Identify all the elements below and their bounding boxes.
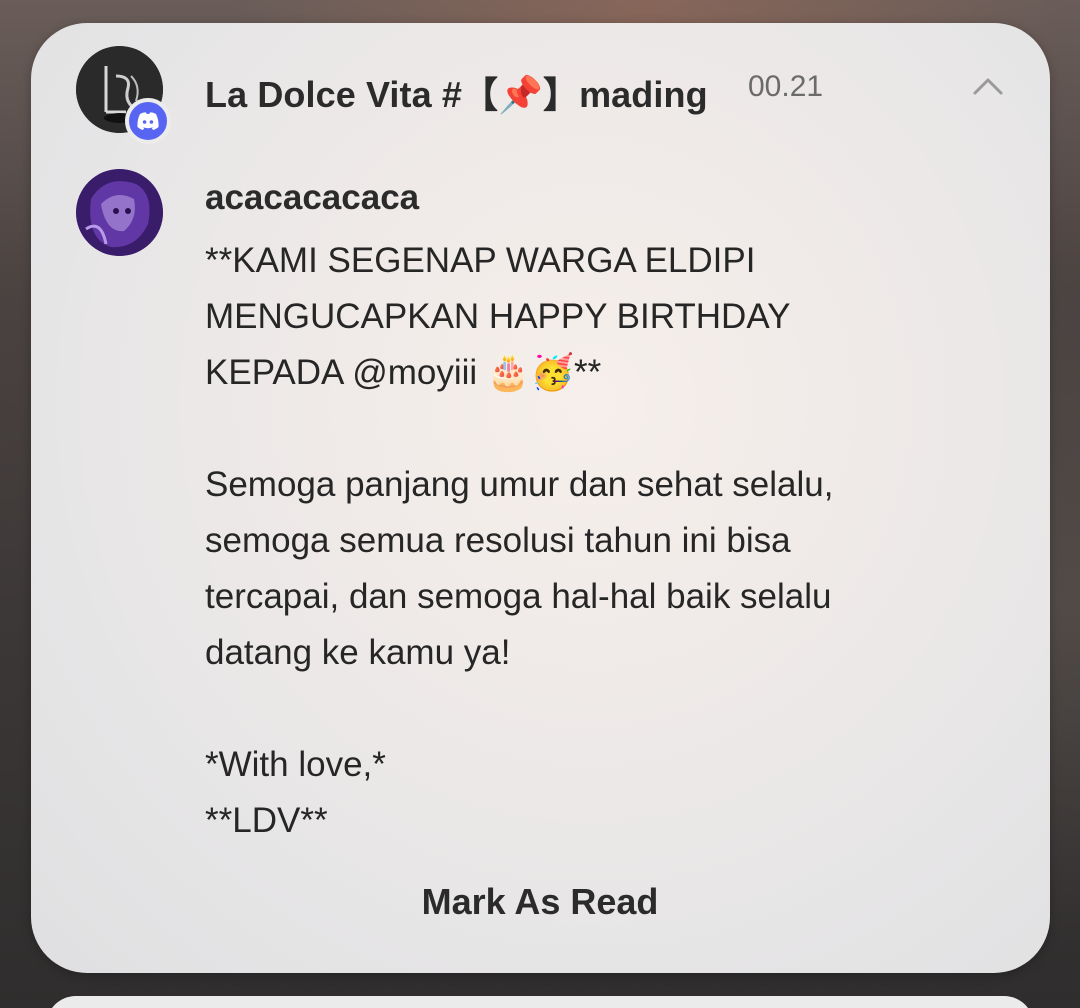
notification-title: La Dolce Vita #【📌】mading [205,74,708,115]
message-line: KEPADA @moyiii 🎂🥳** [205,353,602,392]
message-line: MENGUCAPKAN HAPPY BIRTHDAY [205,297,791,336]
mark-as-read-button[interactable]: Mark As Read [390,872,690,932]
next-notification-card[interactable] [46,996,1034,1008]
notification-time: 00.21 [748,70,824,103]
discord-icon [125,98,171,144]
collapse-button[interactable] [960,62,1016,110]
message-line: semoga semua resolusi tahun ini bisa [205,521,791,560]
message-line: tercapai, dan semoga hal-hal baik selalu [205,577,832,616]
user-avatar-image [76,169,163,256]
chevron-up-icon [973,78,1003,95]
message-line: *With love,* [205,745,386,784]
message-line: **LDV** [205,801,328,840]
author-name: acacacacaca [205,178,420,217]
author-avatar [76,169,163,256]
message-line: datang ke kamu ya! [205,633,511,672]
message-body: **KAMI SEGENAP WARGA ELDIPI MENGUCAPKAN … [205,233,965,849]
message-line: **KAMI SEGENAP WARGA ELDIPI [205,241,756,280]
message-line: Semoga panjang umur dan sehat selalu, [205,465,834,504]
